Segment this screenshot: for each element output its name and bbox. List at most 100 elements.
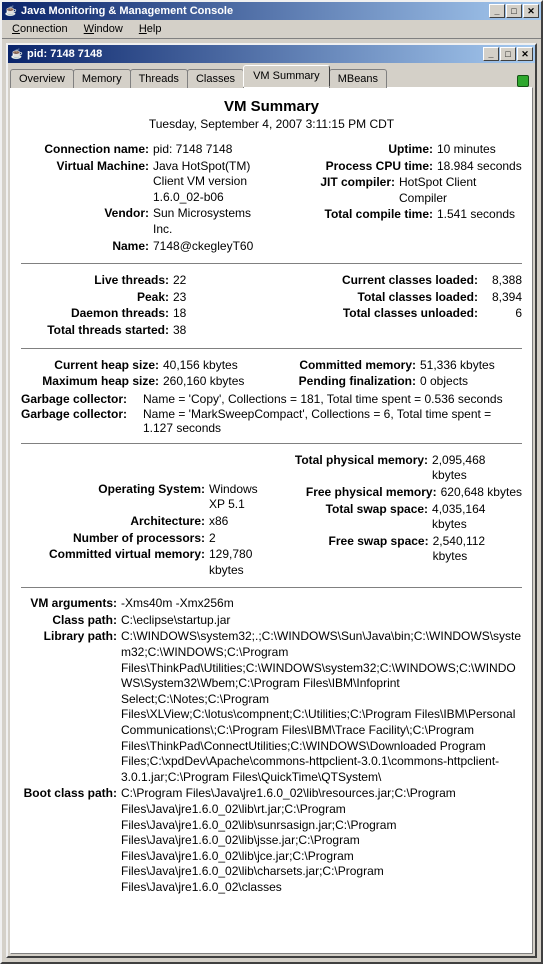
live-threads-label: Live threads: — [21, 273, 173, 289]
main-window: ☕ Java Monitoring & Management Console _… — [0, 0, 543, 964]
tab-classes[interactable]: Classes — [187, 69, 244, 88]
daemon-label: Daemon threads: — [21, 306, 173, 322]
fpm-label: Free physical memory: — [283, 485, 441, 501]
libpath: C:\WINDOWS\system32;.;C:\WINDOWS\Sun\Jav… — [121, 629, 522, 785]
tab-threads[interactable]: Threads — [130, 69, 188, 88]
jit-value: HotSpot Client Compiler — [399, 175, 522, 206]
vm-label: Virtual Machine: — [21, 159, 153, 206]
vendor-value: Sun Microsystems Inc. — [153, 206, 267, 237]
os-section: Operating System:Windows XP 5.1 Architec… — [21, 452, 522, 580]
libpath-label: Library path: — [21, 629, 121, 645]
os-value: Windows XP 5.1 — [209, 482, 267, 513]
max-heap: 260,160 kbytes — [163, 374, 267, 390]
tss-label: Total swap space: — [277, 502, 433, 533]
java-icon: ☕ — [4, 4, 18, 18]
child-maximize-button[interactable]: □ — [500, 47, 516, 61]
maximize-button[interactable]: □ — [506, 4, 522, 18]
unloaded-label: Total classes unloaded: — [310, 306, 482, 322]
tpm-value: 2,095,468 kbytes — [432, 453, 522, 484]
bootcp-label: Boot class path: — [21, 786, 121, 802]
committed-label: Committed memory: — [278, 358, 420, 374]
gc2: Name = 'MarkSweepCompact', Collections =… — [143, 407, 522, 435]
window-buttons: _ □ ✕ — [489, 4, 539, 18]
total-threads: 38 — [173, 323, 267, 339]
menu-help[interactable]: Help — [131, 21, 170, 37]
threads-classes-section: Live threads:22 Peak:23 Daemon threads:1… — [21, 272, 522, 339]
live-threads: 22 — [173, 273, 267, 289]
heap-section: Current heap size:40,156 kbytes Maximum … — [21, 357, 522, 435]
uptime-label: Uptime: — [309, 142, 437, 158]
pending: 0 objects — [420, 374, 522, 390]
nproc-value: 2 — [209, 531, 267, 547]
tpm-label: Total physical memory: — [277, 453, 433, 484]
cur-heap: 40,156 kbytes — [163, 358, 267, 374]
nproc-label: Number of processors: — [21, 531, 209, 547]
os-label: Operating System: — [21, 482, 209, 513]
classpath-label: Class path: — [21, 613, 121, 629]
arch-value: x86 — [209, 514, 267, 530]
bootcp: C:\Program Files\Java\jre1.6.0_02\lib\re… — [121, 786, 522, 895]
connection-section: Connection name:pid: 7148 7148 Virtual M… — [21, 141, 522, 255]
tab-mbeans[interactable]: MBeans — [329, 69, 387, 88]
separator — [21, 443, 522, 444]
unloaded: 6 — [482, 306, 522, 322]
tab-memory[interactable]: Memory — [73, 69, 131, 88]
compile-value: 1.541 seconds — [437, 207, 522, 223]
tab-bar: Overview Memory Threads Classes VM Summa… — [8, 63, 535, 87]
cur-classes: 8,388 — [482, 273, 522, 289]
child-window-buttons: _ □ ✕ — [483, 47, 533, 61]
peak-label: Peak: — [21, 290, 173, 306]
vm-summary-panel: VM Summary Tuesday, September 4, 2007 3:… — [10, 87, 533, 954]
compile-label: Total compile time: — [309, 207, 437, 223]
gc-label: Garbage collector: — [21, 392, 143, 406]
cvm-label: Committed virtual memory: — [21, 547, 209, 578]
fss-value: 2,540,112 kbytes — [433, 534, 522, 565]
pending-label: Pending finalization: — [278, 374, 420, 390]
separator — [21, 587, 522, 588]
child-titlebar: ☕ pid: 7148 7148 _ □ ✕ — [8, 45, 535, 63]
tab-overview[interactable]: Overview — [10, 69, 74, 88]
menu-window[interactable]: Window — [76, 21, 131, 37]
separator — [21, 263, 522, 264]
fpm-value: 620,648 kbytes — [441, 485, 522, 501]
jit-label: JIT compiler: — [277, 175, 400, 206]
cur-classes-label: Current classes loaded: — [310, 273, 482, 289]
main-titlebar: ☕ Java Monitoring & Management Console _… — [2, 2, 541, 20]
arch-label: Architecture: — [21, 514, 209, 530]
uptime-value: 10 minutes — [437, 142, 522, 158]
tot-classes: 8,394 — [482, 290, 522, 306]
cpu-value: 18.984 seconds — [437, 159, 522, 175]
menu-connection[interactable]: Connection — [4, 21, 76, 37]
cpu-label: Process CPU time: — [309, 159, 437, 175]
cur-heap-label: Current heap size: — [21, 358, 163, 374]
vmargs: -Xms40m -Xmx256m — [121, 596, 522, 612]
window-title: Java Monitoring & Management Console — [21, 5, 489, 17]
name-value: 7148@ckegleyT60 — [153, 239, 267, 255]
classpath: C:\eclipse\startup.jar — [121, 613, 522, 629]
connection-name: pid: 7148 7148 — [153, 142, 267, 158]
close-button[interactable]: ✕ — [523, 4, 539, 18]
peak-value: 23 — [173, 290, 267, 306]
vmargs-label: VM arguments: — [21, 596, 121, 612]
child-minimize-button[interactable]: _ — [483, 47, 499, 61]
timestamp: Tuesday, September 4, 2007 3:11:15 PM CD… — [21, 117, 522, 131]
page-title: VM Summary — [21, 98, 522, 115]
menubar: Connection Window Help — [2, 20, 541, 39]
child-close-button[interactable]: ✕ — [517, 47, 533, 61]
separator — [21, 348, 522, 349]
vendor-label: Vendor: — [21, 206, 153, 237]
connection-name-label: Connection name: — [21, 142, 153, 158]
tab-vmsummary[interactable]: VM Summary — [243, 65, 330, 87]
tss-value: 4,035,164 kbytes — [432, 502, 522, 533]
vm-value: Java HotSpot(TM) Client VM version 1.6.0… — [153, 159, 267, 206]
cvm-value: 129,780 kbytes — [209, 547, 267, 578]
summary-header: VM Summary Tuesday, September 4, 2007 3:… — [21, 98, 522, 131]
minimize-button[interactable]: _ — [489, 4, 505, 18]
total-threads-label: Total threads started: — [21, 323, 173, 339]
gc-label: Garbage collector: — [21, 407, 143, 435]
child-title: pid: 7148 7148 — [27, 48, 483, 60]
connection-status-icon — [517, 75, 529, 87]
name-label: Name: — [21, 239, 153, 255]
committed: 51,336 kbytes — [420, 358, 522, 374]
daemon-value: 18 — [173, 306, 267, 322]
